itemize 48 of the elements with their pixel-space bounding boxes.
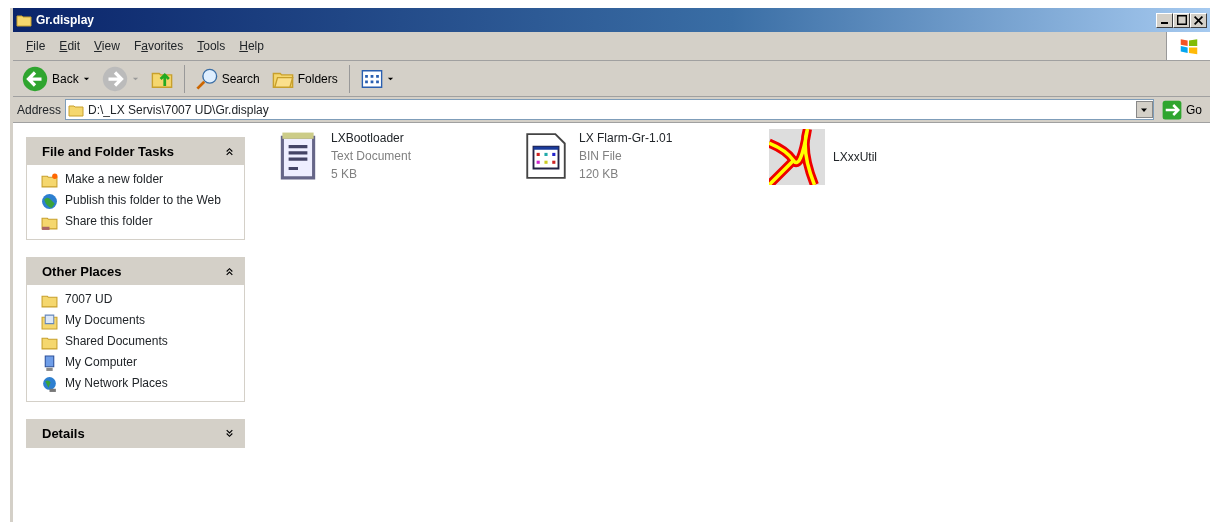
folders-button[interactable]: Folders (267, 65, 342, 92)
menu-item[interactable]: File (19, 35, 53, 57)
road-map-icon[interactable] (769, 129, 825, 185)
menu-item[interactable]: View (87, 35, 127, 57)
file-size: 5 KB (331, 166, 358, 183)
back-button[interactable]: Back (18, 63, 94, 94)
task-link[interactable]: 7007 UD (65, 292, 225, 307)
file-size: 120 KB (579, 166, 620, 183)
search-icon (195, 67, 218, 90)
task-link[interactable]: My Documents (65, 313, 225, 328)
views-icon (360, 67, 383, 90)
menu-item[interactable]: Help (232, 35, 271, 57)
close-button[interactable] (1190, 12, 1207, 28)
menu-item[interactable]: Favorites (126, 35, 191, 57)
dropdown-caret-icon (386, 75, 394, 82)
documents-folder-icon (41, 313, 58, 330)
task-link[interactable]: My Network Places (65, 376, 225, 391)
file-type: Text Document (331, 148, 412, 165)
new-folder-icon (41, 172, 58, 189)
close-icon (1194, 15, 1203, 25)
dropdown-caret-icon (82, 75, 90, 82)
maximize-icon (1176, 15, 1187, 25)
file-type: BIN File (579, 148, 623, 165)
maximize-button[interactable] (1173, 12, 1190, 28)
address-label: Address (17, 101, 62, 119)
globe-icon (41, 193, 58, 210)
window-title: Gr.display (36, 12, 95, 29)
task-link[interactable]: Share this folder (65, 214, 225, 229)
panel-header[interactable]: Details (27, 420, 244, 447)
go-button[interactable]: Go (1158, 97, 1206, 122)
address-field[interactable]: D:\_LX Servis\7007 UD\Gr.display (65, 99, 1154, 120)
task-link[interactable]: Publish this folder to the Web (65, 193, 225, 208)
file-name[interactable]: LX Flarm-Gr-1.01 (579, 129, 673, 147)
menu-item[interactable]: Tools (190, 35, 233, 57)
menu-item[interactable]: Edit (52, 35, 88, 57)
file-name[interactable]: LXBootloader (331, 129, 412, 147)
folder-icon (16, 12, 32, 28)
file-name[interactable]: LXxxUtil (833, 148, 877, 166)
minimize-icon (1161, 21, 1168, 24)
panel-header[interactable]: File and Folder Tasks (27, 138, 244, 165)
task-link[interactable]: My Computer (65, 355, 225, 370)
minimize-button[interactable] (1156, 12, 1173, 28)
network-globe-icon (41, 376, 58, 393)
search-button[interactable]: Search (191, 65, 264, 92)
panel-header[interactable]: Other Places (27, 258, 244, 285)
task-link[interactable]: Make a new folder (65, 172, 225, 187)
dropdown-caret-icon (131, 75, 139, 82)
task-link[interactable]: Shared Documents (65, 334, 225, 349)
